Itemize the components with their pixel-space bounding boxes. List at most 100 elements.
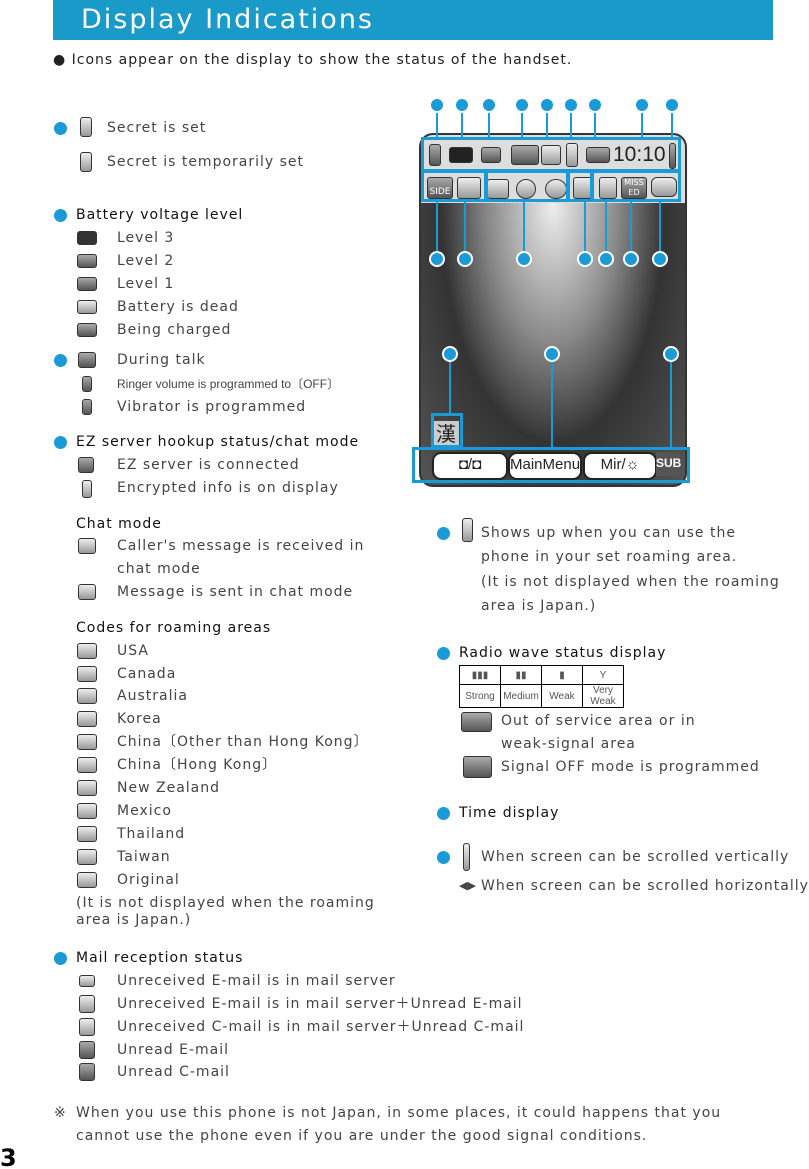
callout-marker: [437, 527, 450, 540]
battery-item: Level 1: [117, 276, 175, 292]
icon-group-highlight: [485, 170, 569, 202]
callout-marker: [429, 251, 445, 267]
callout-line: [605, 200, 607, 258]
footnote-text: cannot use the phone even if you are und…: [76, 1128, 648, 1144]
chat-heading: Chat mode: [76, 516, 162, 532]
signal-strong-icon: ▮▮▮: [459, 665, 501, 685]
status-bar-highlight: [421, 137, 681, 172]
battery-item: Battery is dead: [117, 299, 239, 315]
callout-line: [436, 200, 438, 258]
callout-marker: [54, 436, 67, 449]
callout-line: [449, 354, 451, 414]
roaming-codes-heading: Codes for roaming areas: [76, 620, 272, 636]
time-heading: Time display: [459, 805, 560, 821]
callout-marker: [563, 97, 579, 113]
out-of-service-icon: [461, 712, 492, 732]
callout-marker: [514, 97, 530, 113]
callout-line: [523, 200, 525, 258]
radio-text: Signal OFF mode is programmed: [501, 759, 760, 775]
page-title: Display Indications: [81, 4, 374, 35]
ez-connected-icon: [78, 457, 94, 473]
callout-marker: [623, 251, 639, 267]
battery-heading: Battery voltage level: [76, 207, 244, 223]
encrypted-icon: [82, 480, 92, 498]
mail-item: Unread E-mail: [117, 1042, 229, 1058]
roaming-text: Shows up when you can use the: [481, 525, 736, 541]
roaming-code-item: Korea: [117, 711, 162, 727]
callout-marker: [437, 851, 450, 864]
roaming-code-item: Taiwan: [117, 849, 171, 865]
signal-medium-icon: ▮▮: [500, 665, 542, 685]
roaming-code-item: Thailand: [117, 826, 186, 842]
level-label: Very Weak: [582, 684, 624, 708]
code-th-icon: [77, 826, 97, 842]
code-original-icon: [77, 872, 97, 888]
radio-text: weak-signal area: [501, 736, 636, 752]
footnote-mark: ※: [54, 1105, 67, 1121]
callout-marker: [437, 647, 450, 660]
roaming-text: phone in your set roaming area.: [481, 549, 738, 565]
code-mx-icon: [77, 803, 97, 819]
signal-weak-icon: ▮: [541, 665, 583, 685]
ringer-off-icon: [82, 376, 92, 392]
footnote-text: When you use this phone is not Japan, in…: [76, 1105, 722, 1121]
chat-sent-icon: [78, 584, 96, 600]
callout-marker: [54, 354, 67, 367]
charging-icon: [77, 323, 97, 337]
secret-set-text: Secret is set: [107, 120, 207, 136]
callout-marker: [663, 346, 679, 362]
kanji-highlight: [431, 413, 463, 448]
code-ca-icon: [77, 666, 97, 682]
chat-item: Caller's message is received in: [117, 538, 365, 554]
roaming-text: area is Japan.): [481, 598, 597, 614]
mail-server-unread-e-icon: [79, 995, 95, 1013]
callout-line: [551, 354, 553, 448]
roaming-code-item: Canada: [117, 666, 177, 682]
scroll-text: When screen can be scrolled horizontally: [481, 878, 809, 894]
page-number: 3: [0, 1144, 17, 1169]
key-icon: [80, 117, 92, 137]
level-label: Weak: [541, 684, 583, 708]
level-label: Medium: [500, 684, 542, 708]
roaming-note: area is Japan.): [76, 912, 192, 928]
callout-marker: [454, 97, 470, 113]
unread-c-mail-icon: [79, 1063, 95, 1081]
scroll-text: When screen can be scrolled vertically: [481, 849, 790, 865]
manual-page: Display Indications ● Icons appear on th…: [0, 0, 809, 1169]
mail-item: Unreceived E-mail is in mail server: [117, 973, 396, 989]
code-au-icon: [77, 688, 97, 704]
callout-marker: [457, 251, 473, 267]
code-cn-icon: [77, 734, 97, 750]
battery-level3-icon: [77, 231, 97, 245]
radio-heading: Radio wave status display: [459, 645, 667, 661]
horizontal-scroll-icon: ◀▶: [459, 879, 476, 892]
callout-marker: [516, 251, 532, 267]
callout-line: [630, 200, 632, 258]
battery-item: Level 3: [117, 230, 175, 246]
code-nz-icon: [77, 780, 97, 796]
mail-heading: Mail reception status: [76, 950, 244, 966]
chat-item: Message is sent in chat mode: [117, 584, 354, 600]
secret-temp-text: Secret is temporarily set: [107, 154, 305, 170]
icon-group-highlight: [421, 170, 487, 202]
roaming-code-item: Australia: [117, 688, 188, 704]
vibrator-icon: [82, 399, 92, 415]
battery-item: Level 2: [117, 253, 175, 269]
mail-server-unread-c-icon: [79, 1018, 95, 1036]
roaming-code-item: Mexico: [117, 803, 172, 819]
talk-item: Ringer volume is programmed to〔OFF〕: [117, 377, 340, 391]
icon-group-highlight: [591, 170, 681, 202]
talk-item: During talk: [117, 352, 206, 368]
callout-marker: [598, 251, 614, 267]
roaming-code-item: China〔Other than Hong Kong〕: [117, 734, 369, 750]
roaming-text: (It is not displayed when the roaming: [481, 574, 780, 590]
callout-marker: [437, 807, 450, 820]
callout-marker: [54, 952, 67, 965]
mail-server-icon: [79, 975, 95, 987]
callout-marker: [577, 251, 593, 267]
key-temp-icon: [80, 152, 92, 172]
talk-icon: [78, 352, 96, 368]
code-us-icon: [77, 643, 97, 659]
mail-item: Unreceived C-mail is in mail server＋Unre…: [117, 1019, 525, 1035]
roaming-code-item: New Zealand: [117, 780, 220, 796]
